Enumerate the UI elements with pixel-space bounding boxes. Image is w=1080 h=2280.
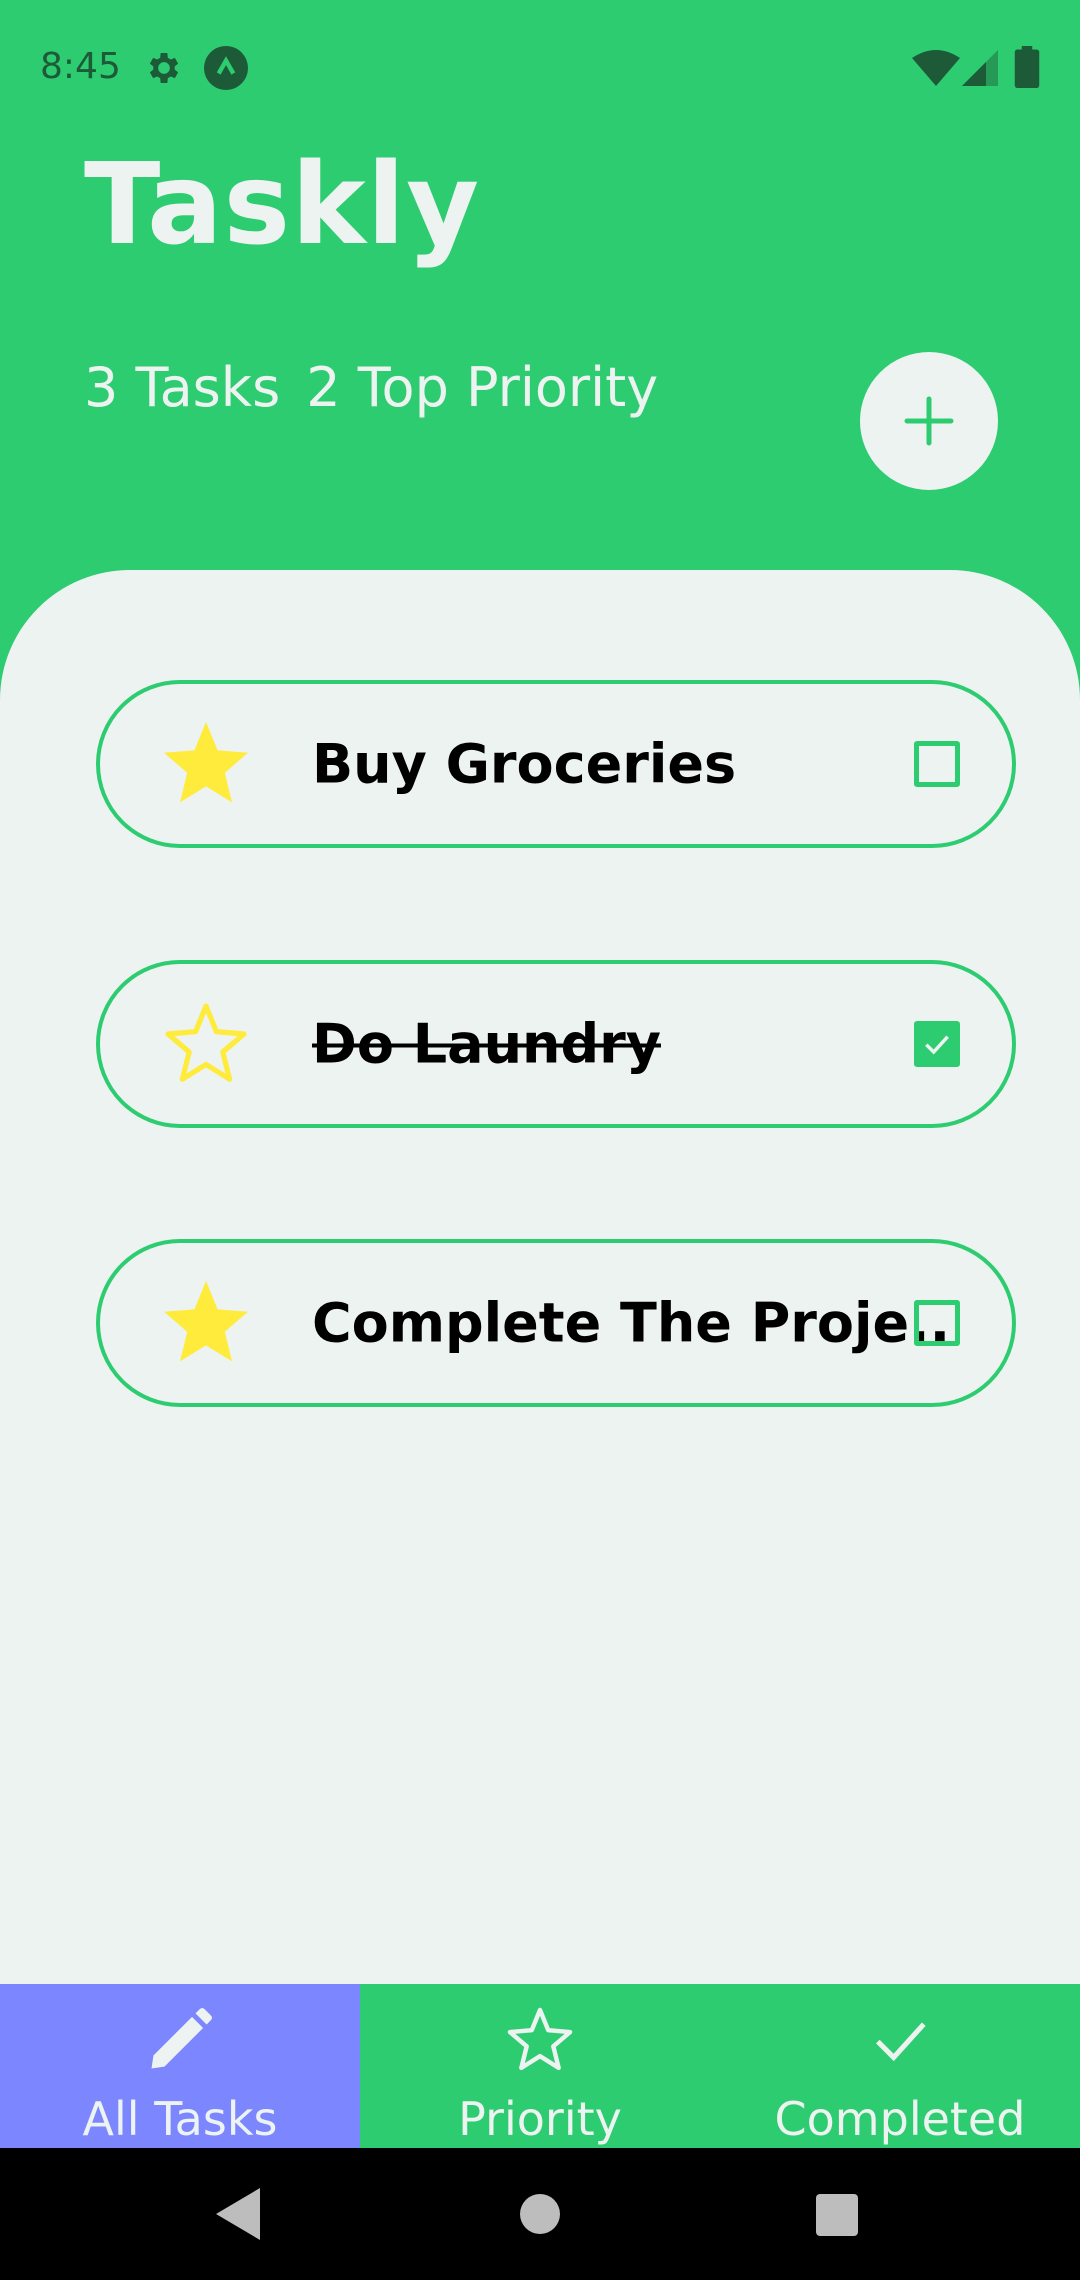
gear-icon — [149, 53, 179, 83]
screen: 8:45 Taskly 3 Tasks 2 Top Priority Buy G… — [0, 0, 1080, 2280]
task-count: 3 Tasks — [84, 356, 281, 419]
task-stats: 3 Tasks 2 Top Priority — [84, 356, 684, 419]
checkmark-icon — [876, 2022, 926, 2062]
checkmark-icon — [925, 1035, 949, 1055]
tab-label: Priority — [458, 2092, 622, 2146]
tab-label: Completed — [774, 2092, 1026, 2146]
system-nav-bar — [0, 2148, 1080, 2280]
tab-label: All Tasks — [82, 2092, 278, 2146]
task-card-complete-the-project[interactable]: Complete The Proje.. — [96, 1239, 1016, 1407]
status-time: 8:45 — [40, 46, 121, 87]
star-outline-icon — [507, 2007, 573, 2071]
recent-apps-icon[interactable] — [816, 2194, 858, 2236]
battery-icon — [1014, 46, 1040, 88]
tab-completed[interactable]: Completed — [720, 1984, 1080, 2148]
tab-priority[interactable]: Priority — [360, 1984, 720, 2148]
task-checkbox-checked[interactable] — [914, 1021, 960, 1067]
home-icon[interactable] — [520, 2194, 560, 2234]
task-checkbox[interactable] — [914, 1300, 960, 1346]
task-label: Buy Groceries — [312, 732, 737, 796]
signal-icon — [962, 50, 998, 86]
status-bar: 8:45 — [0, 0, 1080, 140]
app-title: Taskly — [84, 140, 481, 270]
bottom-nav: All Tasks Priority Completed — [0, 1984, 1080, 2148]
plus-icon — [904, 396, 954, 446]
tab-all-tasks[interactable]: All Tasks — [0, 1984, 360, 2148]
wifi-icon — [912, 50, 960, 86]
task-card-do-laundry[interactable]: Do Laundry — [96, 960, 1016, 1128]
pencil-icon — [151, 2008, 212, 2069]
back-icon[interactable] — [216, 2188, 260, 2240]
priority-count: 2 Top Priority — [306, 356, 659, 419]
task-checkbox[interactable] — [914, 741, 960, 787]
star-filled-icon[interactable] — [158, 716, 254, 812]
app-notification-icon — [204, 46, 248, 90]
task-label: Complete The Proje.. — [312, 1291, 951, 1355]
add-task-button[interactable] — [860, 352, 998, 490]
task-list-panel: Buy Groceries Do Laundry Complete The Pr… — [0, 570, 1080, 1984]
star-outline-icon[interactable] — [158, 996, 254, 1092]
star-filled-icon[interactable] — [158, 1275, 254, 1371]
task-card-buy-groceries[interactable]: Buy Groceries — [96, 680, 1016, 848]
task-label: Do Laundry — [312, 1012, 661, 1076]
